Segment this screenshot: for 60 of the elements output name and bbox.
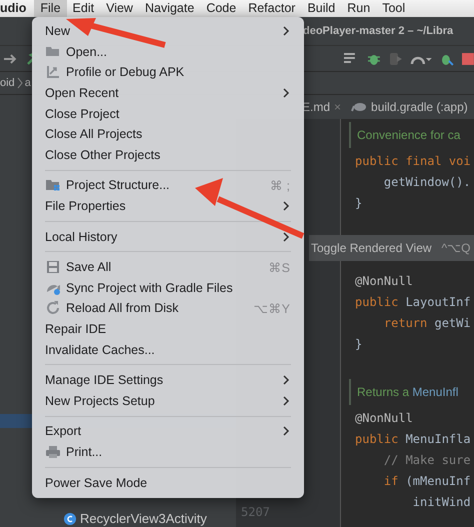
code-line: @NonNull (354, 273, 414, 290)
class-icon (64, 512, 76, 524)
menu-item[interactable]: File Properties (32, 196, 304, 216)
code-line: getWindow(). (382, 174, 472, 191)
menu-bar-item[interactable]: Refactor (242, 0, 302, 17)
menu-bar-item[interactable]: Code (200, 0, 242, 17)
menu-bar-item[interactable]: File (34, 0, 67, 17)
menu-item[interactable]: Close All Projects (32, 124, 304, 145)
menu-item[interactable]: New (32, 21, 304, 42)
folder-grid-icon (45, 177, 61, 194)
printer-icon (45, 444, 61, 460)
reload-icon (45, 300, 61, 316)
menu-item[interactable]: Local History (32, 226, 304, 247)
menu-bar-item[interactable]: View (100, 0, 139, 17)
menu-bar-item[interactable]: Edit (66, 0, 100, 17)
code-line: // Make sure (382, 452, 472, 469)
chart-arrow-icon (45, 64, 61, 80)
code-line: return getWi (382, 315, 472, 332)
menu-item[interactable]: Power Save Mode (32, 472, 304, 493)
editor-tab[interactable]: build.gradle (:app) (371, 100, 468, 114)
code-line: @NonNull (354, 410, 414, 427)
window-title: deoPlayer-master 2 – ~/Libra (303, 25, 454, 37)
code-line: public MenuInfla (354, 431, 472, 448)
menu-item[interactable]: Print... (32, 442, 304, 462)
menu-item[interactable]: Invalidate Caches... (32, 339, 304, 360)
save-icon (45, 259, 61, 276)
menu-bar-item[interactable]: Run (341, 0, 376, 17)
breadcrumb-item[interactable]: oid (0, 77, 15, 89)
code-line: } (354, 195, 364, 212)
code-line: if (mMenuInf (382, 473, 472, 490)
code-line: initWind (412, 494, 472, 511)
breadcrumb-item[interactable]: a (24, 77, 31, 89)
chevron-icon (16, 77, 23, 89)
menu-item[interactable]: Profile or Debug APK (32, 62, 304, 83)
doc-comment: Returns a MenuInfl (349, 379, 474, 405)
menu-item[interactable]: Save All ⌘S (32, 256, 304, 278)
forward-arrow-icon[interactable] (4, 52, 18, 64)
menu-item[interactable]: New Projects Setup (32, 390, 304, 412)
code-line: public LayoutInf (354, 294, 472, 311)
tree-item[interactable]: RecyclerView3Activity (0, 511, 236, 526)
menu-item[interactable]: Manage IDE Settings (32, 370, 304, 390)
menu-item[interactable]: Export (32, 421, 304, 442)
code-line: public final voi (354, 153, 472, 170)
doc-comment: Convenience for ca (349, 122, 474, 148)
menu-item[interactable]: Project Structure... ⌘ ; (32, 175, 304, 196)
menu-bar-item[interactable]: Navigate (138, 0, 200, 17)
menu-bar-item[interactable]: Build (301, 0, 342, 17)
stop-icon[interactable] (462, 52, 474, 64)
menu-item[interactable]: Sync Project with Gradle Files (32, 278, 304, 298)
app-menu[interactable]: udio (0, 0, 34, 17)
menu-item[interactable]: Reload All from Disk ⌥⌘Y (32, 298, 304, 319)
elephant-icon (351, 101, 368, 113)
menu-item[interactable]: Close Other Projects (32, 144, 304, 166)
menu-item[interactable]: Open... (32, 42, 304, 62)
code-line: } (354, 336, 364, 353)
tooltip: Toggle Rendered View ^⌥Q (309, 235, 474, 261)
menu-item[interactable]: Close Project (32, 103, 304, 124)
menu-bar-item[interactable]: Tool (376, 0, 412, 17)
menu-item[interactable]: Open Recent (32, 82, 304, 104)
menu-item[interactable]: Repair IDE (32, 318, 304, 340)
